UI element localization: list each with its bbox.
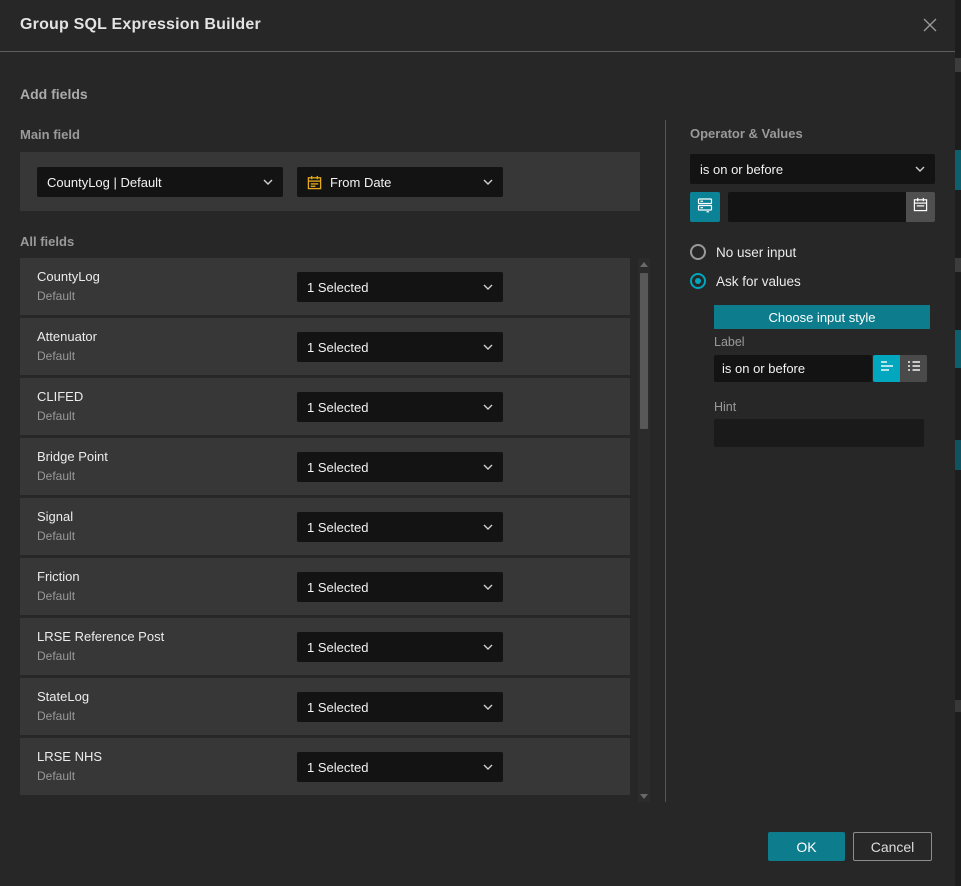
chevron-down-icon [263,179,273,185]
date-picker-button[interactable] [906,192,935,222]
radio-circle-icon [690,244,706,260]
main-field-label: Main field [20,127,80,142]
field-selected-dropdown[interactable]: 1 Selected [297,572,503,602]
field-name: CLIFED [37,389,83,404]
chevron-down-icon [483,764,493,770]
chevron-down-icon [483,284,493,290]
cancel-button[interactable]: Cancel [853,832,932,861]
hint-caption: Hint [714,400,736,414]
background-fragment [955,330,961,368]
label-input[interactable] [714,355,872,382]
chevron-down-icon [915,166,925,172]
close-button[interactable] [917,14,943,40]
radio-circle-selected-icon [690,273,706,289]
group-sql-expression-builder-dialog: Group SQL Expression Builder Add fields … [0,0,955,886]
main-layer-dropdown-value: CountyLog | Default [47,175,255,190]
field-sublabel: Default [37,589,75,603]
all-fields-list: CountyLog Default 1 Selected Attenuator … [20,258,630,798]
field-sublabel: Default [37,289,75,303]
chevron-down-icon [483,344,493,350]
field-row: LRSE Reference Post Default 1 Selected [20,618,630,675]
calendar-icon [913,197,928,217]
field-sublabel: Default [37,349,75,363]
operator-dropdown[interactable]: is on or before [690,154,935,184]
chevron-down-icon [483,584,493,590]
chevron-down-icon [483,524,493,530]
dialog-header: Group SQL Expression Builder [0,0,955,52]
bulleted-list-icon [906,358,922,379]
background-fragment [955,58,961,72]
hint-input[interactable] [714,419,924,447]
field-name: LRSE Reference Post [37,629,164,644]
chevron-down-icon [483,179,493,185]
main-field-row: CountyLog | Default From Date [20,152,640,211]
stacked-values-icon [697,197,713,218]
field-selected-dropdown[interactable]: 1 Selected [297,692,503,722]
field-sublabel: Default [37,769,75,783]
main-layer-dropdown[interactable]: CountyLog | Default [37,167,283,197]
field-selected-dropdown[interactable]: 1 Selected [297,632,503,662]
field-row: StateLog Default 1 Selected [20,678,630,735]
label-style-text-toggle[interactable] [873,355,900,382]
main-field-dropdown-value: From Date [330,175,475,190]
background-fragment [955,258,961,272]
field-name: Friction [37,569,80,584]
field-selected-dropdown[interactable]: 1 Selected [297,272,503,302]
main-field-dropdown[interactable]: From Date [297,167,503,197]
chevron-down-icon [483,404,493,410]
label-caption: Label [714,335,745,349]
background-fragment [955,440,961,470]
add-fields-heading: Add fields [20,86,88,102]
field-row: CLIFED Default 1 Selected [20,378,630,435]
field-selected-dropdown[interactable]: 1 Selected [297,452,503,482]
radio-ask-for-values[interactable]: Ask for values [690,273,801,289]
field-sublabel: Default [37,529,75,543]
align-left-icon [879,358,895,379]
field-selected-dropdown[interactable]: 1 Selected [297,752,503,782]
field-row: Friction Default 1 Selected [20,558,630,615]
field-sublabel: Default [37,649,75,663]
chevron-down-icon [483,464,493,470]
field-name: Attenuator [37,329,97,344]
radio-no-user-input[interactable]: No user input [690,244,796,260]
field-row: Attenuator Default 1 Selected [20,318,630,375]
field-selected-dropdown[interactable]: 1 Selected [297,392,503,422]
field-selected-dropdown[interactable]: 1 Selected [297,332,503,362]
choose-input-style-button[interactable]: Choose input style [714,305,930,329]
field-name: CountyLog [37,269,100,284]
field-sublabel: Default [37,409,75,423]
field-row: Signal Default 1 Selected [20,498,630,555]
background-fragment [955,150,961,190]
scroll-down-arrow-icon[interactable] [640,792,648,800]
label-style-list-toggle[interactable] [900,355,927,382]
field-sublabel: Default [37,709,75,723]
field-name: Signal [37,509,73,524]
operator-values-title: Operator & Values [690,126,803,141]
field-name: StateLog [37,689,89,704]
scrollbar-thumb[interactable] [640,273,648,429]
panel-divider [665,120,666,802]
scroll-up-arrow-icon[interactable] [640,260,648,268]
field-row: Bridge Point Default 1 Selected [20,438,630,495]
date-field-calendar-icon [307,175,322,190]
chevron-down-icon [483,644,493,650]
field-name: LRSE NHS [37,749,102,764]
dialog-title: Group SQL Expression Builder [20,16,261,34]
fields-scrollbar[interactable] [638,258,650,802]
chevron-down-icon [483,704,493,710]
field-row: CountyLog Default 1 Selected [20,258,630,315]
background-app-edge [955,0,961,886]
background-fragment [955,700,961,712]
field-selected-dropdown[interactable]: 1 Selected [297,512,503,542]
ok-button[interactable]: OK [768,832,845,861]
field-sublabel: Default [37,469,75,483]
close-icon [922,17,938,38]
field-row: LRSE NHS Default 1 Selected [20,738,630,795]
operator-dropdown-value: is on or before [700,162,907,177]
value-mode-button[interactable] [690,192,720,222]
all-fields-label: All fields [20,234,74,249]
field-name: Bridge Point [37,449,108,464]
date-value-input[interactable] [728,192,906,222]
